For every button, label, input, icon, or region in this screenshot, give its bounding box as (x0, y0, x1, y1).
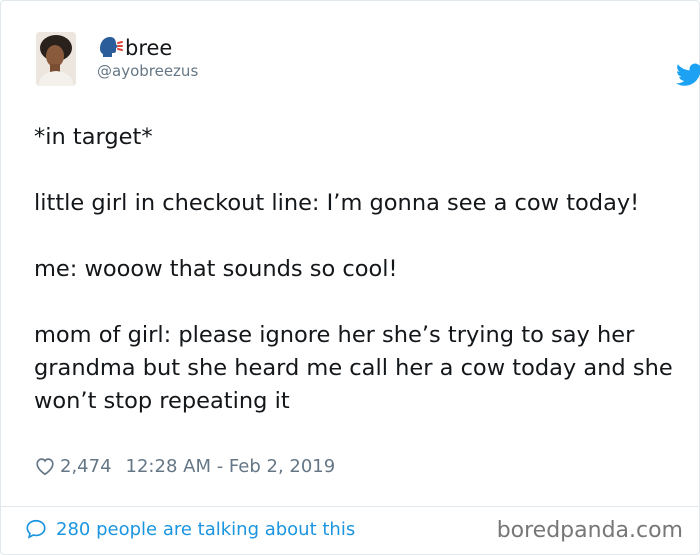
tweet-paragraph: mom of girl: please ignore her she’s try… (34, 322, 673, 414)
avatar[interactable] (36, 32, 76, 86)
tweet-header: bree @ayobreezus (36, 32, 700, 88)
timestamp[interactable]: 12:28 AM - Feb 2, 2019 (126, 456, 336, 477)
speaking-head-icon (97, 35, 123, 61)
display-name[interactable]: bree (125, 35, 172, 61)
talking-about-link[interactable]: 280 people are talking about this (25, 518, 355, 540)
like-count[interactable]: 2,474 (60, 456, 112, 477)
tweet-paragraph: *in target* (34, 124, 153, 150)
handle[interactable]: @ayobreezus (97, 62, 198, 80)
heart-icon[interactable] (34, 455, 56, 477)
twitter-bird-icon[interactable] (675, 63, 700, 87)
tweet-paragraph: little girl in checkout line: I’m gonna … (34, 190, 640, 216)
talking-text: 280 people are talking about this (56, 518, 356, 540)
tweet-card: bree @ayobreezus *in target* little girl… (0, 0, 700, 555)
watermark: boredpanda.com (496, 518, 683, 543)
tweet-meta: 2,474 12:28 AM - Feb 2, 2019 (34, 455, 335, 477)
tweet-text: *in target* little girl in checkout line… (34, 121, 674, 418)
name-row: bree (97, 35, 172, 61)
tweet-paragraph: me: wooow that sounds so cool! (34, 256, 398, 282)
speech-bubble-icon (25, 518, 47, 540)
divider (1, 506, 699, 507)
